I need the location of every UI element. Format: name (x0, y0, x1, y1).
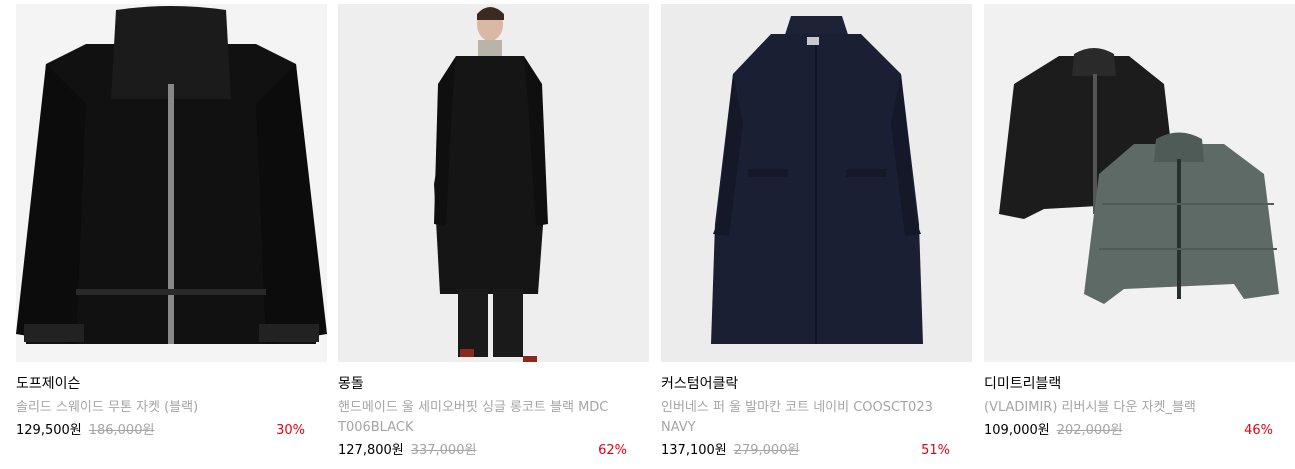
original-price: 202,000원 (1056, 423, 1123, 438)
product-brand[interactable]: 커스텀어클락 (661, 375, 972, 393)
original-price: 337,000원 (410, 443, 477, 458)
product-card[interactable]: 도프제이슨 솔리드 스웨이드 무톤 자켓 (블랙) 129,500원 186,00… (16, 0, 327, 442)
discount-rate: 46% (1244, 423, 1273, 438)
product-name[interactable]: 핸드메이드 울 세미오버핏 싱글 롱코트 블랙 MDCT006BLACK (338, 398, 613, 438)
sale-price: 137,100원 (661, 443, 727, 458)
model-black-long-coat-image (338, 4, 649, 362)
product-image[interactable] (984, 4, 1295, 362)
product-brand[interactable]: 도프제이슨 (16, 375, 327, 393)
product-brand[interactable]: 디미트리블랙 (984, 375, 1295, 393)
price-row: 127,800원 337,000원 62% (338, 440, 649, 462)
price-row: 129,500원 186,000원 30% (16, 420, 327, 442)
discount-rate: 51% (921, 443, 950, 458)
discount-rate: 30% (276, 423, 305, 438)
original-price: 186,000원 (88, 423, 155, 438)
price-row: 137,100원 279,000원 51% (661, 440, 972, 462)
navy-balmacaan-coat-image (661, 4, 972, 362)
product-card[interactable]: 커스텀어클락 인버네스 퍼 울 발마칸 코트 네이비 COOSCT023NAVY… (661, 0, 972, 462)
product-image[interactable] (16, 4, 327, 362)
sale-price: 129,500원 (16, 423, 82, 438)
product-image[interactable] (338, 4, 649, 362)
discount-rate: 62% (598, 443, 627, 458)
product-name[interactable]: 솔리드 스웨이드 무톤 자켓 (블랙) (16, 398, 291, 418)
black-shearling-jacket-image (16, 4, 327, 362)
product-card[interactable]: 디미트리블랙 (VLADIMIR) 리버시블 다운 자켓_블랙 109,000원… (984, 0, 1295, 442)
product-name[interactable]: 인버네스 퍼 울 발마칸 코트 네이비 COOSCT023NAVY (661, 398, 936, 438)
reversible-down-jacket-image (984, 4, 1295, 362)
original-price: 279,000원 (733, 443, 800, 458)
product-grid: 도프제이슨 솔리드 스웨이드 무톤 자켓 (블랙) 129,500원 186,00… (0, 0, 1295, 469)
product-name[interactable]: (VLADIMIR) 리버시블 다운 자켓_블랙 (984, 398, 1259, 418)
product-brand[interactable]: 몽돌 (338, 375, 649, 393)
sale-price: 127,800원 (338, 443, 404, 458)
price-row: 109,000원 202,000원 46% (984, 420, 1295, 442)
product-image[interactable] (661, 4, 972, 362)
sale-price: 109,000원 (984, 423, 1050, 438)
product-card[interactable]: 몽돌 핸드메이드 울 세미오버핏 싱글 롱코트 블랙 MDCT006BLACK … (338, 0, 649, 462)
